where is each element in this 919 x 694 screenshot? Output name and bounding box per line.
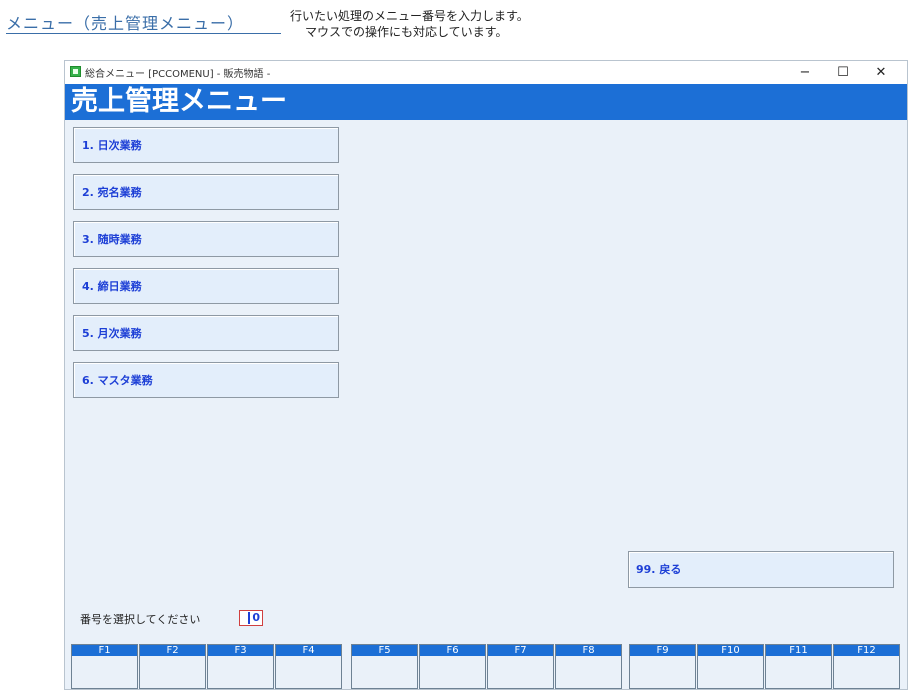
doc-description-line2: マウスでの操作にも対応しています。 [305,25,508,39]
fkey-f7[interactable]: F7 [487,644,554,689]
fkey-f9[interactable]: F9 [629,644,696,689]
fkey-f6[interactable]: F6 [419,644,486,689]
fkey-f1[interactable]: F1 [71,644,138,689]
doc-title: メニュー（売上管理メニュー） [6,14,245,33]
fkey-label: F2 [140,645,205,656]
menu-button-label: 2. 宛名業務 [82,186,142,199]
menu-button-label: 5. 月次業務 [82,327,142,340]
maximize-icon[interactable]: ☐ [825,61,861,84]
page-title: 売上管理メニュー [71,86,287,117]
window-titlebar[interactable]: 総合メニュー [PCCOMENU] - 販売物語 - − ☐ ✕ [65,61,907,84]
fkey-label: F8 [556,645,621,656]
fkey-f4[interactable]: F4 [275,644,342,689]
fkey-f11[interactable]: F11 [765,644,832,689]
fkey-label: F11 [766,645,831,656]
menu-button-adhoc[interactable]: 3. 随時業務 [73,221,339,257]
doc-header: メニュー（売上管理メニュー） 行いたい処理のメニュー番号を入力します。 マウスで… [0,0,919,50]
fkey-label: F5 [352,645,417,656]
doc-title-underline [6,33,281,34]
function-key-bar: F1 F2 F3 F4 F5 F6 F7 F8 F9 F10 F11 F12 [71,644,907,689]
fkey-label: F4 [276,645,341,656]
menu-button-monthly[interactable]: 5. 月次業務 [73,315,339,351]
fkey-f2[interactable]: F2 [139,644,206,689]
minimize-icon[interactable]: − [787,61,823,84]
fkey-f12[interactable]: F12 [833,644,900,689]
menu-button-address[interactable]: 2. 宛名業務 [73,174,339,210]
fkey-label: F7 [488,645,553,656]
app-window: 総合メニュー [PCCOMENU] - 販売物語 - − ☐ ✕ 売上管理メニュ… [64,60,908,690]
menu-button-label: 1. 日次業務 [82,139,142,152]
doc-description: 行いたい処理のメニュー番号を入力します。 マウスでの操作にも対応しています。 [290,8,529,40]
back-button-label: 99. 戻る [636,563,682,576]
number-prompt-label: 番号を選択してください [80,613,201,626]
fkey-label: F1 [72,645,137,656]
fkey-f3[interactable]: F3 [207,644,274,689]
menu-button-label: 4. 締日業務 [82,280,142,293]
menu-button-master[interactable]: 6. マスタ業務 [73,362,339,398]
menu-button-daily[interactable]: 1. 日次業務 [73,127,339,163]
close-icon[interactable]: ✕ [863,61,899,84]
fkey-label: F6 [420,645,485,656]
menu-number-input[interactable]: 0 [239,610,263,626]
back-button[interactable]: 99. 戻る [628,551,894,588]
app-icon [70,66,81,77]
fkey-label: F12 [834,645,899,656]
text-caret [248,612,251,624]
menu-banner: 売上管理メニュー [65,84,907,120]
fkey-f8[interactable]: F8 [555,644,622,689]
fkey-f10[interactable]: F10 [697,644,764,689]
menu-button-label: 3. 随時業務 [82,233,142,246]
window-title: 総合メニュー [PCCOMENU] - 販売物語 - [85,69,271,80]
menu-number-value: 0 [252,611,260,624]
menu-button-closing[interactable]: 4. 締日業務 [73,268,339,304]
fkey-label: F9 [630,645,695,656]
doc-description-line1: 行いたい処理のメニュー番号を入力します。 [290,9,529,23]
menu-button-label: 6. マスタ業務 [82,374,153,387]
fkey-f5[interactable]: F5 [351,644,418,689]
fkey-label: F10 [698,645,763,656]
fkey-label: F3 [208,645,273,656]
